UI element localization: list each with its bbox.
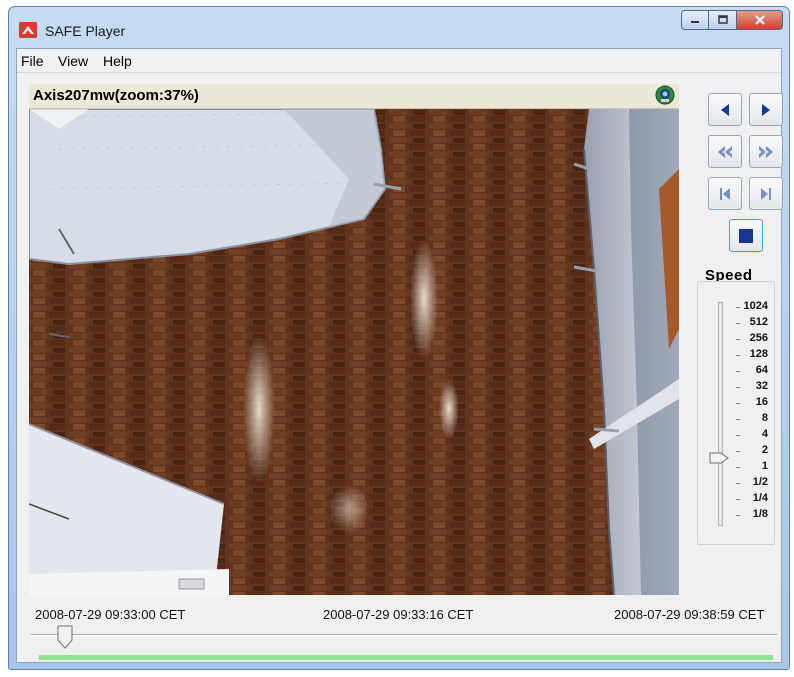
- triangle-left-icon: [721, 103, 729, 116]
- speed-tick-label: 1024: [743, 300, 768, 312]
- speed-tick: [736, 451, 740, 452]
- speed-tick-label: 128: [749, 348, 768, 360]
- step-forward-button[interactable]: [749, 93, 783, 126]
- timeline-end-time: 2008-07-29 09:38:59 CET: [614, 607, 765, 622]
- speed-tick: [736, 499, 740, 500]
- speed-tick: [736, 339, 740, 340]
- speed-slider-thumb[interactable]: [709, 452, 729, 464]
- triangle-right-icon: [762, 103, 770, 116]
- skip-to-end-button[interactable]: [749, 177, 783, 210]
- menu-view[interactable]: View: [58, 53, 88, 69]
- skip-to-end-icon: [761, 187, 771, 200]
- rewind-button[interactable]: [708, 135, 742, 168]
- stop-button[interactable]: [729, 219, 763, 252]
- speed-tick: [736, 323, 740, 324]
- speed-tick-label: 64: [755, 364, 768, 376]
- fast-forward-button[interactable]: [749, 135, 783, 168]
- speed-tick: [736, 307, 740, 308]
- speed-tick-label: 512: [749, 316, 768, 328]
- close-icon: [754, 15, 765, 25]
- speed-tick: [736, 515, 740, 516]
- camera-title: Axis207mw(zoom:37%): [33, 87, 199, 104]
- timeline-start-time: 2008-07-29 09:33:00 CET: [35, 607, 186, 622]
- minimize-icon: [691, 21, 699, 23]
- skip-to-start-icon: [720, 187, 730, 200]
- app-icon: [19, 22, 37, 38]
- close-button[interactable]: [737, 10, 783, 30]
- title-bar[interactable]: SAFE Player: [9, 7, 789, 47]
- stop-square-icon: [739, 228, 753, 243]
- timeline-current-time: 2008-07-29 09:33:16 CET: [323, 607, 474, 622]
- speed-tick: [736, 355, 740, 356]
- speed-tick-label: 2: [761, 444, 768, 456]
- speed-tick-label: 256: [749, 332, 768, 344]
- speed-tick-label: 4: [761, 428, 768, 440]
- skip-to-start-button[interactable]: [708, 177, 742, 210]
- speed-panel: 1024 512 256 128 64 32 16 8 4 2 1 1/2 1/…: [697, 281, 775, 545]
- speed-tick: [736, 387, 740, 388]
- camera-feed-image: [29, 109, 679, 595]
- speed-slider-track[interactable]: [718, 302, 723, 526]
- minimize-button[interactable]: [681, 10, 709, 30]
- client-area: File View Help Axis207mw(zoom:37%) Speed…: [16, 48, 783, 663]
- camera-header: Axis207mw(zoom:37%): [29, 84, 679, 109]
- speed-tick: [736, 419, 740, 420]
- speed-tick-label: 1/2: [752, 476, 768, 488]
- double-chevron-right-icon: [759, 145, 773, 158]
- speed-tick: [736, 483, 740, 484]
- maximize-button[interactable]: [709, 10, 737, 30]
- menu-file[interactable]: File: [21, 53, 44, 69]
- speed-tick-label: 1: [761, 460, 768, 472]
- maximize-icon: [717, 15, 728, 24]
- window-title: SAFE Player: [45, 23, 126, 39]
- speed-tick-label: 32: [755, 380, 768, 392]
- speed-tick: [736, 467, 740, 468]
- buffer-progress-bar: [39, 655, 773, 660]
- menu-help[interactable]: Help: [103, 53, 132, 69]
- menu-bar: File View Help: [17, 49, 781, 73]
- speed-tick-label: 8: [761, 412, 768, 424]
- camera-globe-icon[interactable]: [655, 85, 675, 105]
- speed-tick: [736, 403, 740, 404]
- speed-tick-label: 1/8: [752, 508, 768, 520]
- window-controls: [681, 10, 783, 34]
- video-frame[interactable]: [29, 109, 679, 595]
- timeline-slider-thumb[interactable]: [57, 625, 73, 649]
- speed-tick: [736, 371, 740, 372]
- step-back-button[interactable]: [708, 93, 742, 126]
- timeline-slider-track[interactable]: [31, 634, 777, 636]
- player-window: SAFE Player File View Help Axis207mw(zoo…: [8, 6, 790, 670]
- speed-tick: [736, 435, 740, 436]
- speed-tick-label: 16: [755, 396, 768, 408]
- speed-tick-label: 1/4: [752, 492, 768, 504]
- double-chevron-left-icon: [718, 145, 732, 158]
